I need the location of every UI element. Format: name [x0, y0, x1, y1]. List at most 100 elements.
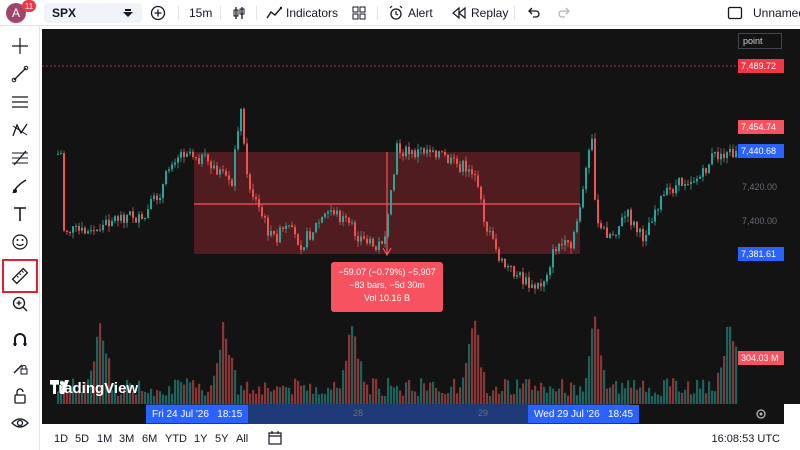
symbol-search-button[interactable]: SPX — [44, 3, 142, 23]
range-1y-button[interactable]: 1Y — [194, 433, 207, 445]
utc-clock[interactable]: 16:08:53 UTC — [712, 433, 780, 445]
chart-pane[interactable]: −59.07 (−0.79%) −5,907 −83 bars, −5d 30m… — [42, 29, 738, 404]
volume-bar — [258, 386, 261, 404]
emoji-icon[interactable] — [7, 231, 33, 253]
volume-bar — [624, 388, 627, 404]
unlock-icon[interactable] — [7, 385, 33, 407]
volume-bar — [291, 394, 294, 404]
price-axis[interactable]: point 7,489.72 7,454.74 7,440.68 7,420.0… — [738, 29, 784, 404]
crosshair-icon[interactable] — [7, 35, 33, 57]
chart-type-icon[interactable] — [231, 4, 247, 22]
candle-body — [186, 153, 188, 157]
candle-body — [498, 249, 500, 261]
interval-button[interactable]: 15m — [189, 4, 212, 22]
alarm-clock-icon — [389, 5, 403, 20]
volume-bar — [342, 370, 345, 404]
range-ytd-button[interactable]: YTD — [165, 433, 187, 445]
candle-body — [339, 210, 341, 223]
candle-body — [372, 238, 374, 247]
volume-bar — [312, 393, 315, 404]
volume-bar — [375, 378, 378, 404]
volume-bar — [579, 386, 582, 404]
candle-body — [303, 247, 305, 250]
calendar-icon[interactable] — [268, 431, 282, 448]
volume-bar — [207, 391, 210, 404]
candle-body — [102, 224, 104, 231]
candle-body — [108, 219, 110, 227]
scale-mode-button[interactable]: point — [738, 33, 782, 49]
lock-drawing-icon[interactable] — [7, 357, 33, 379]
volume-bar — [522, 383, 525, 404]
range-5y-button[interactable]: 5Y — [215, 433, 228, 445]
candle-body — [327, 211, 329, 214]
candle-body — [711, 153, 713, 165]
volume-bar — [414, 391, 417, 404]
candle-body — [543, 281, 545, 287]
time-axis[interactable]: 28 29 Fri 24 Jul '26 18:15 Wed 29 Jul '2… — [42, 404, 784, 424]
volume-bar — [204, 395, 207, 404]
indicators-button[interactable]: Indicators — [266, 4, 338, 22]
candle-body — [336, 210, 338, 215]
candle-body — [387, 214, 389, 237]
trend-line-icon[interactable] — [7, 63, 33, 85]
horizontal-lines-icon[interactable] — [7, 91, 33, 113]
candle-body — [354, 222, 356, 237]
range-1d-button[interactable]: 1D — [54, 433, 68, 445]
settings-gear-icon[interactable] — [754, 407, 768, 421]
candle-body — [696, 178, 698, 182]
range-5d-button[interactable]: 5D — [75, 433, 89, 445]
volume-bar — [699, 388, 702, 404]
volume-bar — [216, 363, 219, 404]
volume-bar — [612, 384, 615, 404]
compare-icon[interactable] — [120, 6, 136, 25]
drawing-toolbar — [0, 26, 40, 450]
volume-bar — [156, 389, 159, 404]
volume-bar — [648, 387, 651, 404]
add-symbol-icon[interactable] — [150, 4, 166, 22]
volume-bar — [306, 390, 309, 404]
candle-body — [312, 232, 314, 240]
candle-body — [141, 214, 143, 220]
candle-body — [531, 284, 533, 288]
divider — [220, 6, 221, 20]
layouts-icon[interactable] — [351, 4, 367, 22]
top-toolbar: A 11 SPX 15m Indicators Alert Replay Unn… — [0, 0, 800, 26]
text-icon[interactable] — [7, 203, 33, 225]
brush-icon[interactable] — [7, 175, 33, 197]
fib-icon[interactable] — [7, 147, 33, 169]
layout-menu-button[interactable]: Unnamed — [727, 4, 800, 22]
volume-bar — [687, 381, 690, 404]
candle-body — [276, 234, 278, 243]
redo-icon[interactable] — [556, 4, 572, 22]
replay-button[interactable]: Replay — [451, 4, 508, 22]
volume-bar — [591, 328, 594, 404]
price-chart[interactable] — [42, 29, 738, 404]
candle-body — [456, 158, 458, 164]
volume-bar — [588, 356, 591, 404]
range-6m-button[interactable]: 6M — [142, 433, 157, 445]
undo-icon[interactable] — [526, 4, 542, 22]
volume-bar — [516, 379, 519, 404]
range-all-button[interactable]: All — [236, 433, 248, 445]
zoom-in-icon[interactable] — [7, 293, 33, 315]
candle-body — [411, 150, 413, 155]
volume-bar — [372, 378, 375, 404]
candle-body — [618, 226, 620, 235]
alert-button[interactable]: Alert — [388, 4, 433, 22]
time-tick: 28 — [353, 408, 364, 418]
volume-bar — [381, 395, 384, 404]
eye-icon[interactable] — [7, 412, 33, 434]
lower-price-label: 7,381.61 — [738, 247, 784, 261]
range-3m-button[interactable]: 3M — [119, 433, 134, 445]
candle-body — [678, 177, 680, 186]
range-1m-button[interactable]: 1M — [97, 433, 112, 445]
volume-bar — [339, 388, 342, 404]
volume-bar — [651, 395, 654, 404]
pattern-icon[interactable] — [7, 119, 33, 141]
magnet-icon[interactable] — [7, 329, 33, 351]
ruler-icon[interactable] — [7, 265, 33, 287]
volume-bar — [711, 390, 714, 404]
layout-square-icon — [727, 6, 743, 20]
candle-body — [435, 150, 437, 158]
volume-bar — [117, 395, 120, 404]
